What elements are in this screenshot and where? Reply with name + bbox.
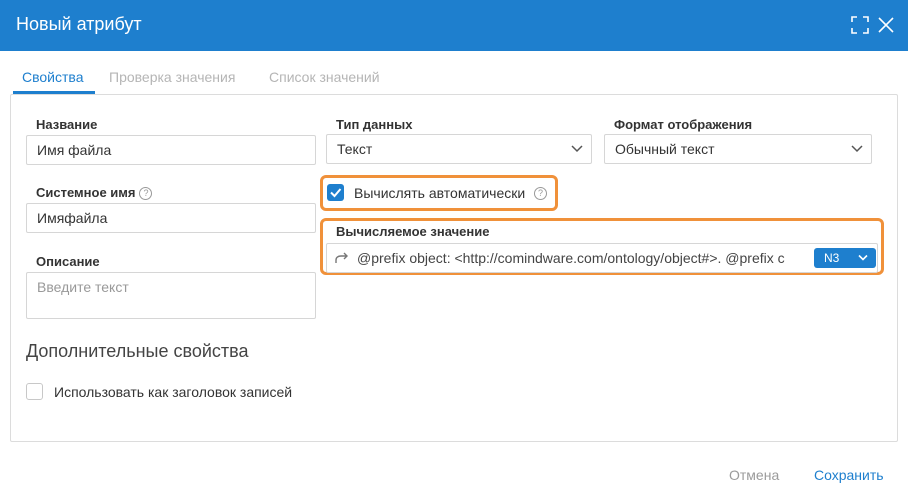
chevron-down-icon (851, 145, 863, 153)
name-label: Название (36, 117, 98, 132)
maximize-icon (851, 16, 869, 34)
data-type-select[interactable]: Текст (326, 134, 592, 164)
additional-properties-title: Дополнительные свойства (26, 341, 249, 361)
format-dropdown[interactable]: N3 (814, 248, 876, 268)
use-as-header-checkbox[interactable]: Использовать как заголовок записей (26, 383, 316, 401)
checkbox-unchecked[interactable] (26, 383, 43, 400)
data-type-label: Тип данных (336, 117, 413, 132)
use-as-header-label: Использовать как заголовок записей (54, 384, 293, 400)
dialog-header: Новый атрибут (0, 0, 908, 51)
maximize-button[interactable] (851, 16, 869, 34)
auto-calc-checkbox[interactable]: Вычислять автоматически ? (326, 184, 552, 202)
display-format-select[interactable]: Обычный текст (604, 134, 872, 164)
help-icon[interactable]: ? (139, 187, 153, 201)
data-type-value: Текст (337, 141, 373, 157)
computed-value-label: Вычисляемое значение (336, 224, 490, 239)
system-name-label-text: Системное имя (36, 185, 136, 200)
display-format-value: Обычный текст (615, 141, 715, 157)
chevron-down-icon (571, 145, 583, 153)
system-name-label: Системное имя? (36, 185, 153, 201)
tab-value-validation[interactable]: Проверка значения (109, 69, 235, 85)
auto-calc-label: Вычислять автоматически (354, 185, 526, 201)
cancel-button[interactable]: Отмена (729, 467, 779, 483)
checkmark-icon (330, 188, 342, 198)
tab-value-list[interactable]: Список значений (269, 69, 380, 85)
help-icon[interactable]: ? (534, 187, 547, 200)
description-textarea[interactable]: Введите текст (26, 272, 316, 319)
format-value: N3 (824, 251, 840, 265)
tab-properties[interactable]: Свойства (22, 69, 83, 85)
close-icon (878, 17, 894, 33)
save-button[interactable]: Сохранить (814, 467, 884, 483)
computed-value-field[interactable]: @prefix object: <http://comindware.com/o… (326, 243, 878, 273)
name-input[interactable]: Имя файла (26, 135, 316, 165)
display-format-label: Формат отображения (614, 117, 753, 132)
redirect-arrow-icon (335, 252, 348, 263)
checkbox-checked[interactable] (327, 184, 344, 201)
computed-value-text: @prefix object: <http://comindware.com/o… (357, 250, 785, 266)
dialog-title: Новый атрибут (16, 14, 142, 34)
description-label: Описание (36, 254, 100, 269)
system-name-input[interactable]: Имяфайла (26, 203, 316, 233)
close-button[interactable] (877, 16, 895, 34)
tab-bar: Свойства Проверка значения Список значен… (10, 64, 898, 96)
chevron-down-icon (858, 254, 868, 261)
